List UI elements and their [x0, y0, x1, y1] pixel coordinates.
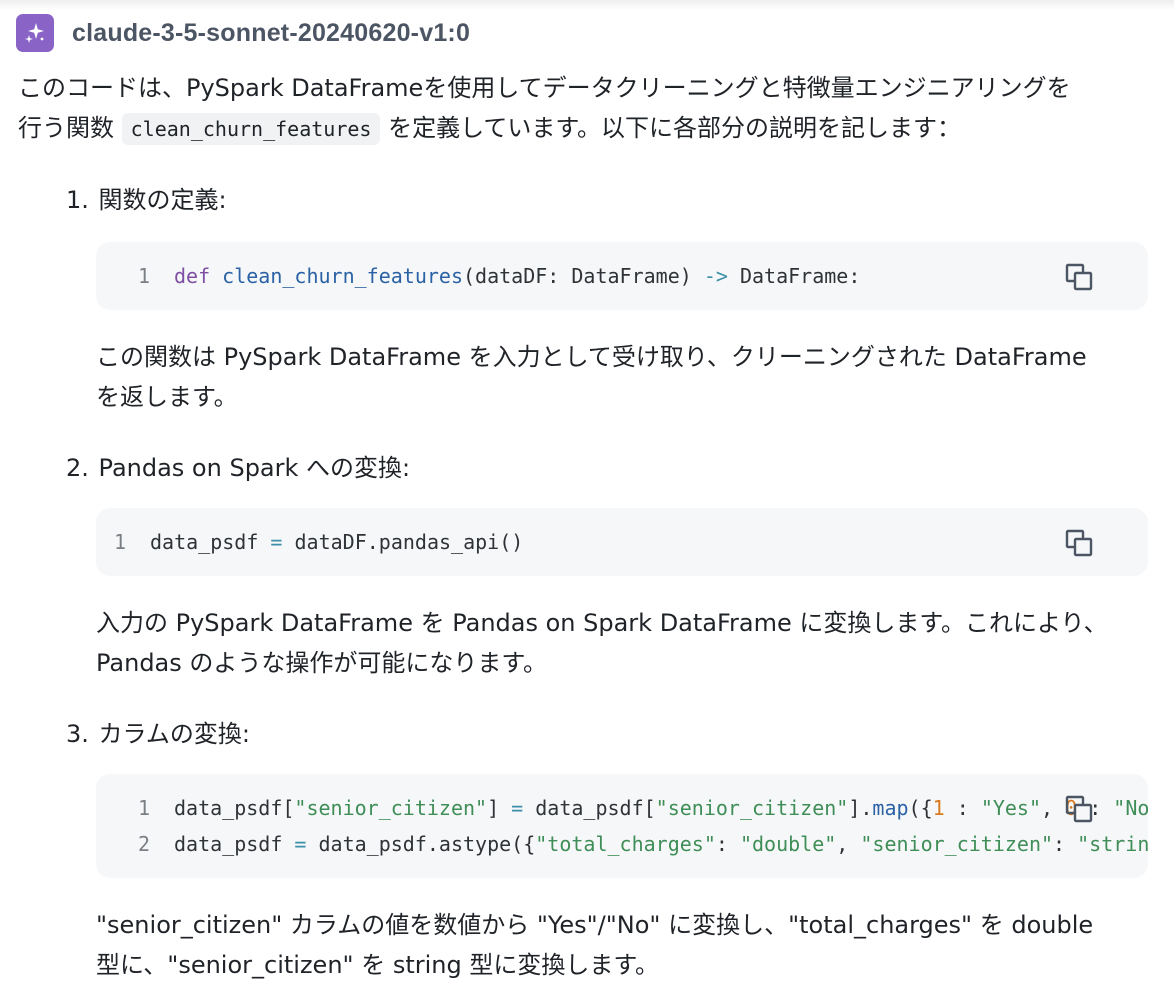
code-line: data_psdf["senior_citizen"] = data_psdf[…	[174, 796, 1148, 820]
top-shadow	[0, 0, 1174, 10]
inline-code-function-name: clean_churn_features	[121, 113, 381, 145]
item-description: 入力の PySpark DataFrame を Pandas on Spark …	[96, 609, 1108, 637]
code-block: 1 data_psdf = dataDF.pandas_api()	[96, 508, 1148, 576]
copy-button[interactable]	[1063, 261, 1095, 293]
copy-icon	[1065, 529, 1093, 557]
code-line: data_psdf = dataDF.pandas_api()	[150, 530, 524, 554]
line-number: 1	[138, 264, 151, 288]
intro-text: を定義しています。以下に各部分の説明を記します：	[388, 114, 961, 142]
code-block: 1 data_psdf["senior_citizen"] = data_psd…	[96, 774, 1148, 878]
list-item-title: 2. Pandas on Spark への変換:	[66, 454, 411, 482]
copy-icon	[1065, 795, 1093, 823]
item-description: を返します。	[96, 383, 238, 411]
copy-icon	[1065, 263, 1093, 291]
item-description: "senior_citizen" カラムの値を数値から "Yes"/"No" に…	[96, 911, 1094, 939]
line-number: 1	[138, 796, 151, 820]
item-description: 型に、"senior_citizen" を string 型に変換します。	[96, 951, 659, 979]
line-number: 1	[114, 530, 127, 554]
model-avatar	[16, 14, 54, 52]
message-header: claude-3-5-sonnet-20240620-v1:0	[16, 14, 470, 52]
copy-button[interactable]	[1063, 527, 1095, 559]
intro-line-1: このコードは、PySpark DataFrameを使用してデータクリーニングと特…	[18, 74, 1071, 102]
code-line: data_psdf = data_psdf.astype({"total_cha…	[174, 832, 1148, 856]
code-line: def clean_churn_features(dataDF: DataFra…	[174, 264, 861, 288]
list-item-title: 1. 関数の定義:	[66, 186, 227, 214]
list-item-title: 3. カラムの変換:	[66, 720, 250, 748]
sparkle-icon	[25, 23, 44, 43]
line-number: 2	[138, 832, 151, 856]
intro-text: 行う関数	[18, 114, 114, 142]
copy-button[interactable]	[1063, 793, 1095, 825]
item-description: この関数は PySpark DataFrame を入力として受け取り、クリーニン…	[96, 343, 1087, 371]
item-description: Pandas のような操作が可能になります。	[96, 649, 547, 677]
model-name: claude-3-5-sonnet-20240620-v1:0	[72, 18, 471, 47]
intro-line-2: 行う関数 clean_churn_features を定義しています。以下に各部…	[18, 108, 961, 149]
code-block: 1 def clean_churn_features(dataDF: DataF…	[96, 242, 1148, 310]
